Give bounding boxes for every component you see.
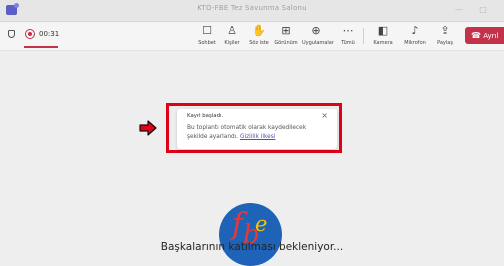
notification-title: Kayıt başladı. <box>187 113 224 119</box>
apps-icon: ⊕ <box>311 24 321 37</box>
shield-icon[interactable] <box>8 30 15 38</box>
raise-hand-button[interactable]: ✋ Söz iste <box>245 24 273 46</box>
toolbar-divider <box>363 28 364 44</box>
apps-label: Uygulamalar <box>302 40 334 46</box>
leave-button[interactable]: ☎ Ayrıl <box>465 27 504 44</box>
meeting-toolbar: 00:31 ☐ Sohbet ♙ Kişiler ✋ Söz iste ⊞ Gö… <box>0 22 504 51</box>
window-titlebar: KTO-FBE Tez Savunma Salonu — □ <box>0 0 504 22</box>
meeting-stage: Kayıt başladı. × Bu toplantı otomatik ol… <box>0 51 504 266</box>
organizer-avatar: f b e <box>219 203 282 266</box>
chat-button[interactable]: ☐ Sohbet <box>193 24 221 46</box>
microphone-button[interactable]: ♪ Mikrofon <box>401 24 429 46</box>
more-button[interactable]: ⋯ Tümü <box>334 24 362 46</box>
more-label: Tümü <box>341 40 355 46</box>
chat-icon: ☐ <box>202 24 212 37</box>
view-icon: ⊞ <box>281 24 291 37</box>
raise-hand-icon: ✋ <box>252 24 266 37</box>
leave-label: Ayrıl <box>483 32 499 40</box>
share-button[interactable]: ⇪ Paylaş <box>431 24 459 46</box>
privacy-policy-link[interactable]: Gizlilik ilkesi <box>240 134 275 140</box>
recording-underline <box>24 46 58 48</box>
recording-notification: Kayıt başladı. × Bu toplantı otomatik ol… <box>177 109 337 149</box>
share-icon: ⇪ <box>440 24 450 37</box>
chat-label: Sohbet <box>198 40 216 46</box>
phone-icon: ☎ <box>471 31 481 40</box>
camera-button[interactable]: ◧ Kamera <box>369 24 397 46</box>
camera-off-icon: ◧ <box>377 24 389 37</box>
mic-off-icon: ♪ <box>411 24 419 37</box>
meeting-timer: 00:31 <box>39 30 60 38</box>
microphone-label: Mikrofon <box>404 40 426 46</box>
recording-indicator-icon <box>25 29 35 39</box>
share-label: Paylaş <box>437 40 453 46</box>
waiting-message: Başkalarının katılması bekleniyor... <box>160 241 344 253</box>
people-label: Kişiler <box>224 40 240 46</box>
maximize-button[interactable]: □ <box>476 3 490 17</box>
minimize-button[interactable]: — <box>452 3 466 17</box>
raise-hand-label: Söz iste <box>249 40 269 46</box>
more-icon: ⋯ <box>342 24 354 37</box>
logo-letter-f: f <box>232 207 244 242</box>
people-icon: ♙ <box>227 24 237 37</box>
window-title: KTO-FBE Tez Savunma Salonu <box>197 4 307 12</box>
arrow-right-icon <box>139 120 157 136</box>
notification-body: Bu toplantı otomatik olarak kaydedilecek… <box>187 124 322 141</box>
camera-label: Kamera <box>373 40 393 46</box>
logo-letter-e: e <box>255 212 268 236</box>
view-label: Görünüm <box>274 40 298 46</box>
close-icon[interactable]: × <box>321 111 328 120</box>
people-button[interactable]: ♙ Kişiler <box>218 24 246 46</box>
view-button[interactable]: ⊞ Görünüm <box>272 24 300 46</box>
apps-button[interactable]: ⊕ Uygulamalar <box>302 24 334 46</box>
